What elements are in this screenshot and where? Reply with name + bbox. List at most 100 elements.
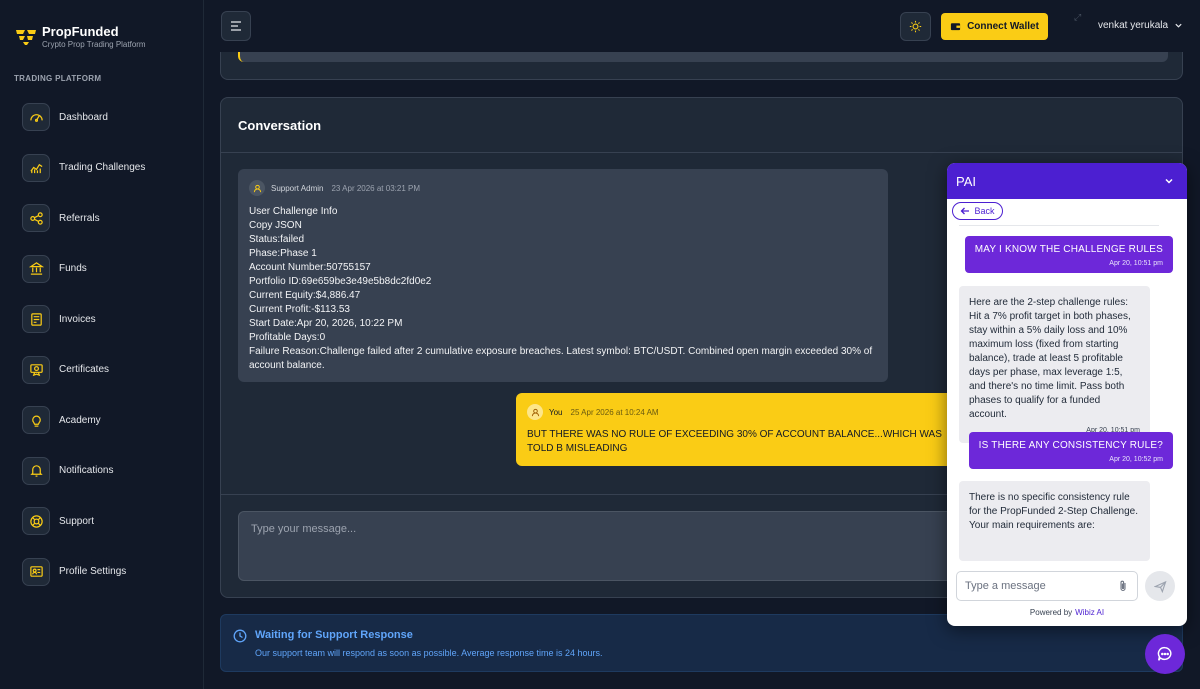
avatar — [527, 404, 543, 420]
propfunded-logo-icon — [16, 30, 36, 45]
message-timestamp: 23 Apr 2026 at 03:21 PM — [331, 183, 420, 193]
share-icon — [22, 204, 50, 232]
sidebar-item-label: Invoices — [59, 313, 96, 325]
waiting-text: Our support team will respond as soon as… — [255, 648, 603, 658]
user-icon — [253, 184, 261, 192]
brand-tagline: Crypto Prop Trading Platform — [42, 40, 146, 49]
chat-launcher-button[interactable] — [1145, 634, 1185, 674]
chat-message-time: Apr 20, 10:51 pm — [1109, 260, 1163, 267]
chat-widget-title: PAI — [956, 173, 976, 189]
sidebar-item-label: Certificates — [59, 364, 110, 375]
message-line: Failure Reason:Challenge failed after 2 … — [249, 346, 873, 371]
hamburger-icon — [231, 21, 241, 31]
challenge-info-bar — [238, 52, 1168, 62]
sidebar-item-certificates[interactable]: Certificates — [22, 355, 145, 385]
chat-message-text: IS THERE ANY CONSISTENCY RULE? — [978, 440, 1163, 451]
connect-wallet-label: Connect Wallet — [967, 21, 1039, 32]
support-icon — [22, 507, 50, 535]
wallet-icon — [950, 23, 961, 31]
chat-back-button[interactable]: Back — [952, 202, 1003, 220]
menu-toggle-button[interactable] — [221, 11, 251, 41]
waiting-title: Waiting for Support Response — [255, 629, 413, 641]
invoice-icon — [22, 305, 50, 333]
sidebar-item-dashboard[interactable]: Dashboard — [22, 102, 145, 132]
divider — [959, 225, 1159, 226]
chat-message-text: Here are the 2-step challenge rules: Hit… — [969, 297, 1131, 420]
support-admin-message: Support Admin 23 Apr 2026 at 03:21 PM Us… — [238, 169, 888, 382]
sun-icon — [909, 20, 922, 33]
avatar — [249, 180, 265, 196]
message-line: Current Equity:$4,886.47 — [249, 290, 361, 301]
message-line: Start Date:Apr 20, 2026, 10:22 PM — [249, 318, 403, 329]
message-body: User Challenge Info Copy JSON Status:fai… — [249, 205, 877, 373]
powered-by-brand[interactable]: Wibiz AI — [1075, 608, 1104, 617]
chat-send-button[interactable] — [1145, 571, 1175, 601]
chart-icon — [22, 153, 50, 182]
message-compose-field[interactable]: Type your message... — [238, 511, 968, 581]
chat-message-list[interactable]: MAY I KNOW THE CHALLENGE RULES Apr 20, 1… — [947, 225, 1187, 561]
sidebar-item-label: Funds — [59, 263, 87, 274]
expand-icon[interactable]: ⤢ — [1074, 12, 1081, 23]
user-name: venkat yerukala — [1098, 20, 1169, 31]
sidebar-item-profile-settings[interactable]: Profile Settings — [22, 557, 145, 587]
sidebar-item-label: Profile Settings — [59, 566, 127, 577]
sidebar: PropFunded Crypto Prop Trading Platform … — [0, 0, 204, 689]
user-menu[interactable]: venkat yerukala — [1098, 20, 1183, 31]
clock-icon — [233, 629, 247, 643]
message-body: BUT THERE WAS NO RULE OF EXCEEDING 30% O… — [527, 429, 942, 454]
message-line: Current Profit:-$113.53 — [249, 304, 350, 315]
message-line: Account Number:50755157 — [249, 262, 371, 273]
send-icon — [1153, 580, 1167, 593]
sidebar-item-label: Academy — [59, 414, 101, 426]
powered-by-label: Powered by — [1029, 608, 1073, 617]
paperclip-icon[interactable] — [1117, 580, 1129, 592]
message-line: Profitable Days:0 — [249, 332, 326, 343]
sidebar-item-label: Dashboard — [59, 111, 108, 123]
sidebar-nav: Dashboard Trading Challenges Referrals F… — [22, 102, 145, 607]
sidebar-item-funds[interactable]: Funds — [22, 254, 145, 284]
sidebar-item-support[interactable]: Support — [22, 506, 145, 536]
brand[interactable]: PropFunded Crypto Prop Trading Platform — [14, 24, 146, 50]
chat-message-time: Apr 20, 10:52 pm — [1109, 456, 1163, 463]
sidebar-item-trading-challenges[interactable]: Trading Challenges — [22, 153, 145, 183]
sidebar-item-label: Referrals — [59, 212, 100, 224]
chat-message-text: MAY I KNOW THE CHALLENGE RULES — [974, 244, 1163, 255]
bank-icon — [22, 254, 50, 283]
sidebar-section-label: TRADING PLATFORM — [14, 74, 102, 83]
chat-bot-message: Here are the 2-step challenge rules: Hit… — [959, 286, 1150, 443]
powered-by: Powered by Wibiz AI — [947, 608, 1187, 617]
top-header: Connect Wallet ⤢ venkat yerukala — [205, 0, 1200, 52]
arrow-left-icon — [961, 207, 970, 215]
divider — [221, 152, 1182, 153]
bell-icon — [22, 456, 50, 485]
user-message: You 25 Apr 2026 at 10:24 AM BUT THERE WA… — [516, 393, 966, 466]
chat-user-message: MAY I KNOW THE CHALLENGE RULES Apr 20, 1… — [964, 236, 1173, 273]
sidebar-item-academy[interactable]: Academy — [22, 405, 145, 435]
sidebar-item-label: Notifications — [59, 465, 114, 476]
sidebar-item-label: Trading Challenges — [59, 162, 146, 173]
message-timestamp: 25 Apr 2026 at 10:24 AM — [570, 407, 659, 417]
gauge-icon — [22, 103, 50, 131]
chat-input-placeholder: Type a message — [965, 580, 1046, 592]
user-icon — [531, 408, 539, 416]
chat-widget: PAI Back MAY I KNOW THE CHALLENGE RULES … — [947, 163, 1187, 626]
chat-bubble-icon — [1157, 646, 1172, 661]
connect-wallet-button[interactable]: Connect Wallet — [941, 13, 1048, 40]
certificate-icon — [22, 355, 50, 384]
challenge-info-panel — [220, 52, 1183, 80]
message-line: Status:failed — [249, 234, 305, 245]
chat-message-input[interactable]: Type a message — [956, 571, 1138, 601]
chevron-down-icon[interactable] — [1164, 176, 1174, 186]
sidebar-item-invoices[interactable]: Invoices — [22, 304, 145, 334]
theme-toggle-button[interactable] — [900, 12, 931, 41]
chat-back-label: Back — [974, 206, 995, 216]
message-line: User Challenge Info — [249, 206, 338, 217]
sidebar-item-notifications[interactable]: Notifications — [22, 456, 145, 486]
message-author: Support Admin — [271, 183, 324, 193]
sidebar-item-label: Support — [59, 515, 95, 527]
copy-json-link[interactable]: Copy JSON — [249, 219, 877, 233]
chat-bot-message: There is no specific consistency rule fo… — [959, 481, 1150, 561]
chat-message-text: There is no specific consistency rule fo… — [969, 492, 1138, 531]
sidebar-item-referrals[interactable]: Referrals — [22, 203, 145, 233]
chevron-down-icon — [1175, 23, 1182, 28]
